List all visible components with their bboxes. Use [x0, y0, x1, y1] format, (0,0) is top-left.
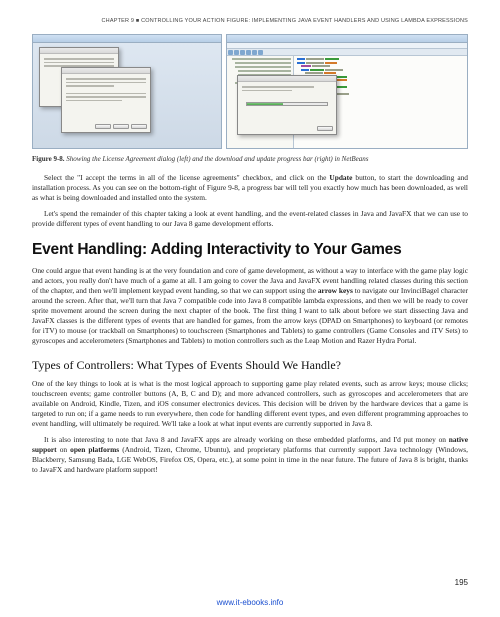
body-paragraph: One of the key things to look at is what…: [32, 379, 468, 429]
toolbar-icon: [252, 50, 257, 55]
running-head: CHAPTER 9 ■ CONTROLLING YOUR ACTION FIGU…: [32, 18, 468, 24]
toolbar-icon: [246, 50, 251, 55]
toolbar-icon: [240, 50, 245, 55]
figure-caption: Figure 9-8. Showing the License Agreemen…: [32, 155, 468, 163]
screenshot-left-license-dialog: [32, 34, 222, 149]
screenshot-right-netbeans-ide: [226, 34, 468, 149]
cancel-button[interactable]: [317, 126, 333, 131]
section-heading: Event Handling: Adding Interactivity to …: [32, 241, 468, 259]
bold-text: open platforms: [70, 445, 119, 454]
figure-label: Figure 9-8.: [32, 155, 65, 163]
ide-toolbar: [227, 49, 467, 56]
figure-screenshots: [32, 34, 468, 149]
toolbar-icon: [228, 50, 233, 55]
body-paragraph: One could argue that event handing is at…: [32, 266, 468, 346]
progress-fill: [247, 103, 283, 105]
figure-caption-text: Showing the License Agreement dialog (le…: [66, 155, 368, 163]
subsection-heading: Types of Controllers: What Types of Even…: [32, 358, 468, 373]
back-button[interactable]: [95, 124, 111, 129]
cancel-button[interactable]: [131, 124, 147, 129]
body-paragraph: Let's spend the remainder of this chapte…: [32, 209, 468, 229]
body-paragraph: It is also interesting to note that Java…: [32, 435, 468, 475]
toolbar-icon: [258, 50, 263, 55]
download-progress-dialog: [237, 75, 337, 135]
license-agreement-dialog: [61, 67, 151, 133]
bold-text: Update: [329, 173, 352, 182]
window-titlebar: [227, 35, 467, 43]
page-number: 195: [455, 578, 468, 587]
body-paragraph: Select the "I accept the terms in all of…: [32, 173, 468, 203]
text-run: on: [57, 445, 70, 454]
text-run: It is also interesting to note that Java…: [44, 435, 449, 444]
update-button[interactable]: [113, 124, 129, 129]
footer-link[interactable]: www.it-ebooks.info: [0, 598, 500, 607]
text-run: Select the "I accept the terms in all of…: [44, 173, 329, 182]
window-titlebar: [33, 35, 221, 43]
progress-bar: [246, 102, 328, 106]
toolbar-icon: [234, 50, 239, 55]
bold-text: arrow keys: [318, 286, 353, 295]
